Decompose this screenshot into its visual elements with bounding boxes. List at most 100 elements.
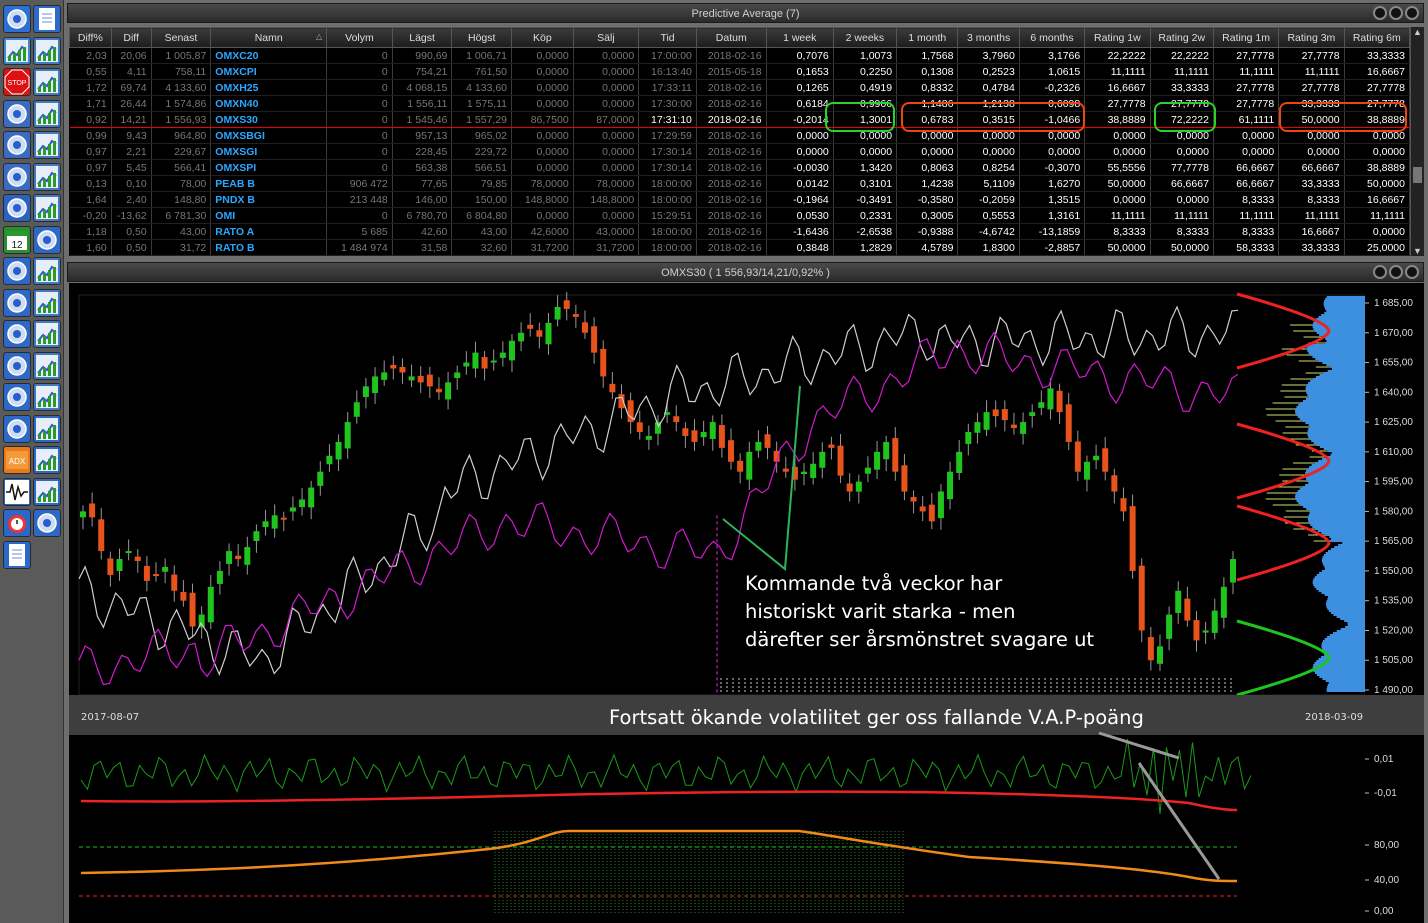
col-header-11[interactable]: 1 week: [765, 27, 834, 48]
chart-n-icon[interactable]: [33, 288, 61, 317]
stop-icon[interactable]: STOP: [3, 68, 31, 96]
minimize-button[interactable]: [1373, 6, 1387, 20]
svg-text:12: 12: [11, 240, 23, 251]
bars-up3-icon[interactable]: [33, 477, 61, 506]
chart-d-icon[interactable]: [33, 383, 61, 411]
alarm-icon[interactable]: [3, 509, 31, 537]
table-cell: 43,00: [451, 223, 513, 240]
col-header-13[interactable]: 1 month: [896, 27, 959, 48]
table-cell: RATO B: [210, 239, 328, 256]
col-header-20[interactable]: Rating 6m: [1343, 27, 1410, 48]
col-header-14[interactable]: 3 months: [957, 27, 1020, 48]
yinyang-icon[interactable]: [3, 99, 31, 128]
table-row[interactable]: 0,13 0,10 78,00 PEAB B 906 472 77,65 79,85 78,0…: [69, 175, 1410, 192]
col-header-3[interactable]: Namn △: [210, 27, 328, 48]
close-button[interactable]: [1405, 6, 1419, 20]
table-cell: 27,7778: [1278, 79, 1345, 96]
table-cell: 0,0000: [766, 127, 834, 144]
table-cell: 69,74: [111, 79, 152, 96]
col-header-17[interactable]: Rating 2w: [1149, 27, 1214, 48]
col-header-0[interactable]: Diff%: [69, 27, 112, 48]
table-cell: 17:00:00: [638, 47, 697, 64]
chart-1-icon[interactable]: [33, 99, 61, 128]
scroll-thumb[interactable]: [1413, 167, 1422, 183]
wrench-icon[interactable]: [3, 5, 31, 33]
chart-m-icon[interactable]: [33, 257, 61, 285]
wave-icon[interactable]: [3, 477, 31, 506]
col-header-16[interactable]: Rating 1w: [1084, 27, 1151, 48]
swirl-icon[interactable]: [3, 194, 31, 222]
settings-icon[interactable]: [3, 320, 31, 348]
chart-b-icon[interactable]: [33, 162, 61, 191]
col-header-10[interactable]: Datum: [695, 27, 767, 48]
chart-ti-icon[interactable]: [33, 68, 61, 96]
table-cell: 2018-02-16: [696, 79, 767, 96]
table-cell: 2018-02-16: [696, 47, 767, 64]
candle-body: [463, 362, 470, 367]
candle-body: [1001, 409, 1008, 421]
bar-chart-icon[interactable]: [3, 36, 31, 65]
chart-area[interactable]: 1 685,00 1 670,00 1 655,00 1 640,00 1 625,00…: [69, 283, 1424, 923]
document-icon[interactable]: [33, 5, 61, 33]
candle-body: [143, 565, 150, 581]
table-row[interactable]: 2,03 20,06 1 005,87 OMXC20 0 990,69 1 006,71 0,…: [69, 47, 1410, 64]
col-header-19[interactable]: Rating 3m: [1278, 27, 1345, 48]
table-row[interactable]: 1,64 2,40 148,80 PNDX B 213 448 146,00 150,00 1…: [69, 191, 1410, 208]
table-row[interactable]: 0,55 4,11 758,11 OMXCPI 0 754,21 761,50 0,0000 0…: [69, 63, 1410, 80]
table-cell: 0,0000: [573, 207, 640, 224]
table-cell: 0,92: [69, 111, 112, 128]
calendar-icon[interactable]: 12: [3, 225, 31, 254]
table-row[interactable]: 1,72 69,74 4 133,60 OMXH25 0 4 068,15 4 133,60…: [69, 79, 1410, 96]
anchor-icon[interactable]: [3, 383, 31, 411]
price-label: 1 580,00: [1374, 506, 1413, 517]
table-cell: 148,8000: [573, 191, 640, 208]
bars-up2-icon[interactable]: [33, 446, 61, 474]
table-row[interactable]: 0,97 5,45 566,41 OMXSPI 0 563,38 566,51 0,0000 0…: [69, 159, 1410, 176]
chart-v-icon[interactable]: [33, 36, 61, 65]
col-header-12[interactable]: 2 weeks: [832, 27, 898, 48]
filter-icon[interactable]: [33, 509, 61, 537]
bars-up-icon[interactable]: [33, 414, 61, 443]
table-row[interactable]: -0,20 -13,62 6 781,30 OMI 0 6 780,70 6 804,80 0…: [69, 207, 1410, 224]
page-icon[interactable]: [3, 540, 31, 569]
chart-s-icon[interactable]: [33, 351, 61, 380]
col-header-15[interactable]: 6 months: [1018, 27, 1086, 48]
chart-close-button[interactable]: [1405, 265, 1419, 279]
chart-o-icon[interactable]: [33, 320, 61, 348]
table-row[interactable]: 1,60 0,50 31,72 RATO B1 484 974 31,58 32,60 31…: [69, 239, 1410, 256]
col-header-1[interactable]: Diff: [110, 27, 152, 48]
table-cell: 990,69: [392, 47, 453, 64]
col-header-6[interactable]: Högst: [451, 27, 513, 48]
pin-icon[interactable]: [3, 131, 31, 159]
table-cell: 5 685: [326, 223, 393, 240]
table-cell: 0,0000: [766, 143, 834, 160]
table-row[interactable]: 1,18 0,50 43,00 RATO A5 685 42,60 43,00 42,600…: [69, 223, 1410, 240]
col-header-18[interactable]: Rating 1m: [1212, 27, 1280, 48]
adx-icon[interactable]: ADX: [3, 446, 31, 474]
table-cell: 2015-05-18: [696, 63, 767, 80]
grid-scrollbar[interactable]: ▲ ▼: [1410, 27, 1424, 256]
tools-icon[interactable]: [3, 351, 31, 380]
chart-f-icon[interactable]: [33, 194, 61, 222]
compass-icon[interactable]: [3, 257, 31, 285]
col-header-7[interactable]: Köp: [511, 27, 574, 48]
table-cell: 1,18: [69, 223, 112, 240]
person-icon[interactable]: [3, 162, 31, 191]
globe-icon[interactable]: [33, 225, 61, 254]
candle-body: [892, 438, 899, 472]
trend-icon[interactable]: [3, 414, 31, 443]
col-header-2[interactable]: Senast: [150, 27, 212, 48]
maximize-button[interactable]: [1389, 6, 1403, 20]
chart-minimize-button[interactable]: [1373, 265, 1387, 279]
chart-maximize-button[interactable]: [1389, 265, 1403, 279]
chart-2-icon[interactable]: [33, 131, 61, 159]
col-header-4[interactable]: Volym: [326, 27, 393, 48]
col-header-9[interactable]: Tid: [638, 27, 697, 48]
table-cell: 38,8889: [1344, 159, 1410, 176]
table-cell: 1,3161: [1019, 207, 1086, 224]
network-icon[interactable]: [3, 288, 31, 317]
col-header-8[interactable]: Sälj: [572, 27, 640, 48]
col-header-5[interactable]: Lägst: [391, 27, 453, 48]
table-cell: 2018-02-16: [696, 95, 767, 112]
table-row[interactable]: 0,97 2,21 229,67 OMXSGI 0 228,45 229,72 0,0000 0…: [69, 143, 1410, 160]
